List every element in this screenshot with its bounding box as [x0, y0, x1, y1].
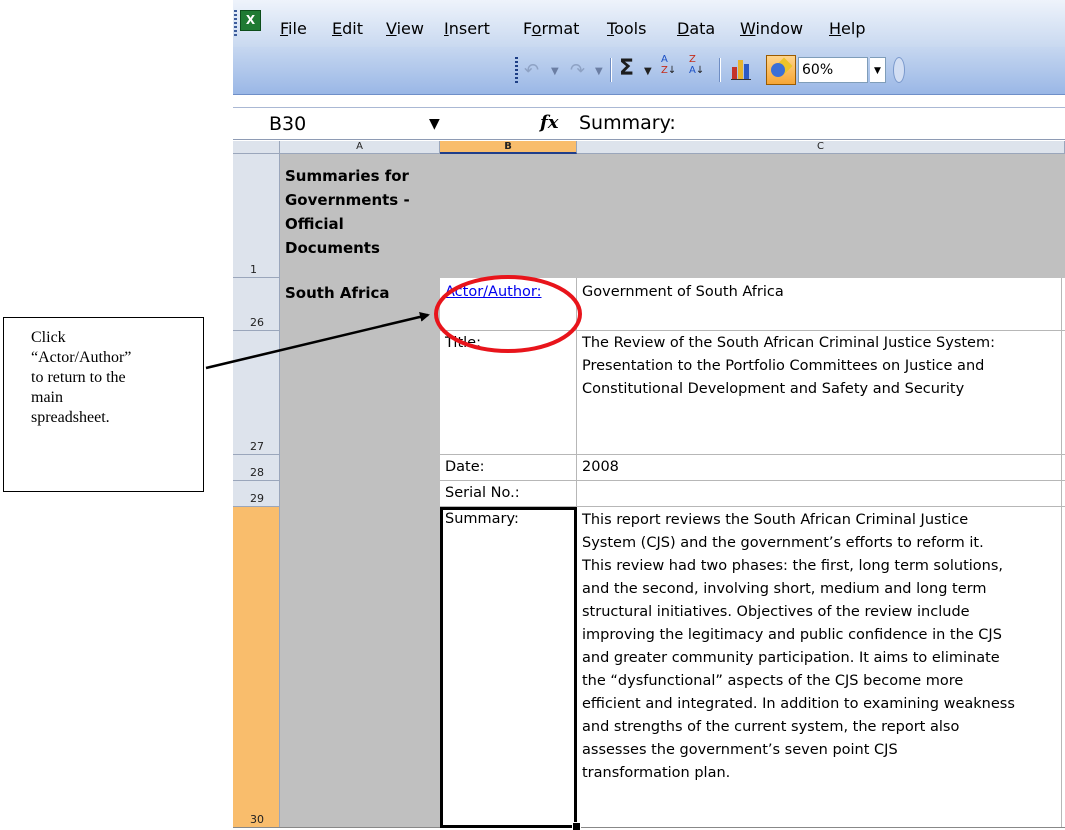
column-header-c[interactable]: C [577, 141, 1065, 154]
cell-text-line: This review had two phases: the first, l… [582, 558, 1004, 574]
menu-window[interactable]: Window [740, 19, 803, 38]
cell-c27[interactable]: The Review of the South African Criminal… [577, 332, 1065, 450]
cell-text-line: and strengths of the current system, the… [582, 719, 960, 735]
excel-window: X File Edit View Insert Format Tools Dat… [233, 0, 1065, 830]
cell-text-line: This report reviews the South African Cr… [582, 512, 969, 528]
zoom-select[interactable]: 60% [798, 57, 868, 83]
row-header-26[interactable]: 26 [233, 278, 280, 331]
drawing-icon[interactable] [766, 55, 796, 85]
instruction-callout: Click “Actor/Author” to return to the ma… [3, 317, 204, 492]
cell-text-line: assesses the government’s seven point CJ… [582, 742, 898, 758]
cell-text-line: improving the legitimacy and public conf… [582, 627, 1002, 643]
menu-view[interactable]: View [386, 19, 424, 38]
active-cell-border [440, 507, 577, 828]
row-header-30[interactable]: 30 [233, 507, 280, 828]
fill-handle[interactable] [572, 822, 581, 830]
cell-c26[interactable]: Government of South Africa [577, 281, 1061, 307]
chevron-down-icon[interactable]: ▼ [870, 57, 886, 83]
toolbar-separator [719, 58, 721, 82]
menu-data[interactable]: Data [677, 19, 715, 38]
autosum-dropdown-icon[interactable]: ▼ [644, 66, 652, 77]
cell-text-line: and the second, involving short, medium … [582, 581, 987, 597]
callout-line: Click [31, 329, 66, 346]
cell-text-line: structural initiatives. Objectives of th… [582, 604, 970, 620]
callout-line: spreadsheet. [31, 409, 110, 426]
cell-text-line: Official [285, 215, 344, 233]
cell-b28[interactable]: Date: [440, 456, 577, 480]
menu-edit[interactable]: Edit [332, 19, 363, 38]
grid-line [440, 480, 1065, 481]
excel-app-icon[interactable]: X [240, 10, 261, 31]
insert-function-icon[interactable]: fx [540, 112, 558, 133]
cell-a1[interactable]: Summaries for Governments - Official Doc… [280, 154, 440, 278]
sort-descending-icon[interactable]: Z A↓ [689, 54, 709, 76]
cell-a26[interactable]: South Africa [280, 281, 440, 307]
cell-text-line: and greater community participation. It … [582, 650, 1000, 666]
redo-dropdown-icon[interactable]: ▼ [595, 66, 603, 77]
menu-format[interactable]: Format [523, 19, 579, 38]
cell-text-line: transformation plan. [582, 765, 731, 781]
toolbar-gripper[interactable] [515, 57, 518, 83]
row-header-28[interactable]: 28 [233, 455, 280, 481]
name-box[interactable]: B30 ▼ [233, 108, 440, 138]
actor-author-link-text[interactable]: Actor/Author: [445, 284, 542, 300]
column-header-b[interactable]: B [440, 141, 577, 154]
actor-author-link[interactable]: Actor/Author: [440, 281, 577, 307]
row-header-27[interactable]: 27 [233, 331, 280, 455]
toolbar-separator [610, 58, 612, 82]
menu-insert[interactable]: Insert [444, 19, 490, 38]
cell-text-line: Constitutional Development and Safety an… [582, 381, 965, 397]
chevron-down-icon[interactable]: ▼ [429, 116, 440, 132]
toolbar-gripper[interactable] [234, 10, 237, 36]
undo-icon[interactable]: ↶ [524, 60, 539, 81]
cell-text-line: System (CJS) and the government’s effort… [582, 535, 984, 551]
cell-b1-c1[interactable] [440, 154, 1065, 278]
row-header-29[interactable]: 29 [233, 481, 280, 507]
drawing-shape [771, 63, 785, 77]
redo-icon[interactable]: ↷ [570, 60, 585, 81]
grid-line [233, 827, 1065, 828]
cell-a26-a30[interactable] [280, 278, 440, 828]
row-header-1[interactable]: 1 [233, 154, 280, 278]
sigma-icon[interactable]: Σ [619, 56, 634, 81]
toolbar-options-icon[interactable] [893, 57, 905, 83]
callout-line: “Actor/Author” [31, 349, 132, 366]
menu-tools[interactable]: Tools [607, 19, 646, 38]
select-all-corner[interactable] [233, 141, 280, 154]
cell-text-line: The Review of the South African Criminal… [582, 335, 995, 351]
cell-text-line: Summaries for [285, 167, 409, 185]
menu-file[interactable]: File [280, 19, 307, 38]
callout-line: to return to the [31, 369, 126, 386]
chart-wizard-icon[interactable] [729, 56, 755, 82]
formula-bar: B30 ▼ fx Summary: [233, 107, 1065, 140]
cell-text-line: the “dysfunctional” aspects of the CJS b… [582, 673, 964, 689]
grid-line [440, 330, 1065, 331]
cell-c30[interactable]: This report reviews the South African Cr… [577, 509, 1065, 827]
column-header-a[interactable]: A [280, 141, 440, 154]
name-box-value: B30 [269, 113, 307, 135]
cell-c29[interactable] [577, 482, 1061, 506]
formula-input[interactable]: Summary: [579, 112, 676, 134]
sort-ascending-icon[interactable]: A Z↓ [661, 54, 681, 76]
undo-dropdown-icon[interactable]: ▼ [551, 66, 559, 77]
cell-b29[interactable]: Serial No.: [440, 482, 577, 506]
grid-line [440, 454, 1065, 455]
callout-line: main [31, 389, 63, 406]
cell-c28[interactable]: 2008 [577, 456, 1061, 480]
menu-help[interactable]: Help [829, 19, 865, 38]
cell-text-line: Governments - [285, 191, 410, 209]
cell-b27[interactable]: Title: [440, 332, 577, 358]
cell-text-line: efficient and integrated. In addition to… [582, 696, 1015, 712]
cell-text-line: Documents [285, 239, 380, 257]
cell-text-line: Presentation to the Portfolio Committees… [582, 358, 985, 374]
